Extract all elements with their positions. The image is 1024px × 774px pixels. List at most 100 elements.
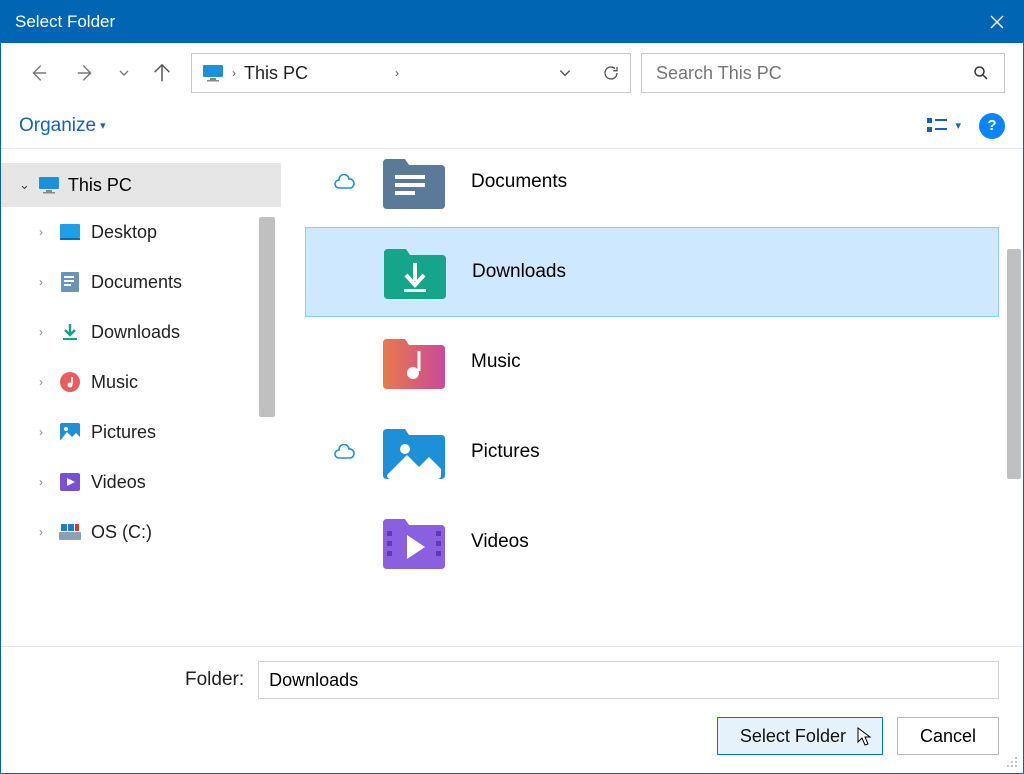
select-folder-label: Select Folder: [740, 726, 846, 747]
sidebar-item-videos[interactable]: › Videos: [1, 457, 281, 507]
content-pane: Documents Downloads Music: [281, 149, 1023, 646]
desktop-icon: [59, 221, 81, 243]
resize-grip-icon[interactable]: [1004, 754, 1018, 768]
select-folder-button[interactable]: Select Folder: [717, 717, 883, 755]
monitor-icon: [38, 174, 60, 196]
folder-item-videos[interactable]: Videos: [305, 497, 999, 587]
address-bar[interactable]: › This PC ›: [191, 53, 631, 93]
caret-down-icon: ▾: [955, 119, 961, 132]
button-row: Select Folder Cancel: [25, 717, 999, 755]
search-box[interactable]: [641, 53, 1005, 93]
content-scrollbar[interactable]: [1007, 249, 1021, 479]
search-input[interactable]: [656, 63, 972, 84]
sidebar-item-downloads[interactable]: › Downloads: [1, 307, 281, 357]
downloads-icon: [59, 321, 81, 343]
address-dropdown[interactable]: [558, 66, 572, 80]
documents-folder-icon: [381, 155, 447, 209]
recent-dropdown[interactable]: [115, 54, 133, 92]
cloud-status-icon: [331, 174, 357, 190]
cancel-button[interactable]: Cancel: [897, 717, 999, 755]
refresh-icon: [602, 64, 620, 82]
chevron-down-icon: [118, 67, 130, 79]
close-button[interactable]: [985, 10, 1009, 34]
view-options-button[interactable]: ▾: [927, 118, 961, 134]
sidebar-item-label: Downloads: [91, 322, 180, 343]
cloud-status-icon: [331, 444, 357, 460]
help-button[interactable]: ?: [979, 113, 1005, 139]
search-icon: [972, 64, 990, 82]
tree-root-this-pc[interactable]: ⌄ This PC: [1, 163, 281, 207]
cursor-icon: [856, 726, 874, 748]
tree-root-label: This PC: [68, 175, 132, 196]
chevron-right-icon: ›: [39, 425, 49, 439]
monitor-icon: [202, 64, 224, 82]
nav-row: › This PC ›: [1, 43, 1023, 103]
select-folder-dialog: Select Folder › This PC ›: [0, 0, 1024, 774]
sidebar-item-label: Music: [91, 372, 138, 393]
sidebar-scrollbar[interactable]: [259, 217, 275, 417]
videos-folder-icon: [381, 515, 447, 569]
folder-row: Folder:: [25, 661, 999, 699]
chevron-right-icon: ›: [39, 275, 49, 289]
music-icon: [59, 371, 81, 393]
body: ⌄ This PC › Desktop › Documents › Downlo…: [1, 149, 1023, 646]
folder-label: Folder:: [185, 669, 244, 691]
toolbar: Organize ▾ ▾ ?: [1, 103, 1023, 149]
breadcrumb-sep2: ›: [395, 66, 399, 80]
window-title: Select Folder: [15, 12, 115, 32]
titlebar: Select Folder: [1, 1, 1023, 43]
chevron-right-icon: ›: [39, 225, 49, 239]
toolbar-right: ▾ ?: [927, 113, 1005, 139]
drive-icon: [59, 521, 81, 543]
music-folder-icon: [381, 335, 447, 389]
chevron-right-icon: ›: [39, 325, 49, 339]
sidebar-item-os-c[interactable]: › OS (C:): [1, 507, 281, 557]
folder-item-music[interactable]: Music: [305, 317, 999, 407]
chevron-down-icon: [558, 66, 572, 80]
refresh-button[interactable]: [602, 64, 620, 82]
sidebar-item-label: Desktop: [91, 222, 157, 243]
documents-icon: [59, 271, 81, 293]
chevron-down-icon: ⌄: [19, 177, 30, 193]
organize-label: Organize: [19, 115, 96, 137]
folder-label: Music: [471, 351, 521, 373]
sidebar: ⌄ This PC › Desktop › Documents › Downlo…: [1, 149, 281, 646]
chevron-right-icon: ›: [39, 525, 49, 539]
pictures-folder-icon: [381, 425, 447, 479]
close-icon: [989, 14, 1005, 30]
arrow-right-icon: [75, 62, 97, 84]
folder-item-documents[interactable]: Documents: [305, 149, 999, 227]
chevron-right-icon: ›: [39, 375, 49, 389]
up-button[interactable]: [143, 54, 181, 92]
sidebar-item-label: OS (C:): [91, 522, 152, 543]
folder-item-pictures[interactable]: Pictures: [305, 407, 999, 497]
sidebar-item-pictures[interactable]: › Pictures: [1, 407, 281, 457]
cancel-label: Cancel: [920, 726, 976, 747]
sidebar-item-desktop[interactable]: › Desktop: [1, 207, 281, 257]
folder-label: Pictures: [471, 441, 540, 463]
arrow-left-icon: [27, 62, 49, 84]
arrow-up-icon: [151, 62, 173, 84]
videos-icon: [59, 471, 81, 493]
folder-item-downloads[interactable]: Downloads: [305, 227, 999, 317]
back-button[interactable]: [19, 54, 57, 92]
sidebar-item-music[interactable]: › Music: [1, 357, 281, 407]
sidebar-item-documents[interactable]: › Documents: [1, 257, 281, 307]
breadcrumb-this-pc[interactable]: This PC: [244, 63, 387, 84]
organize-menu[interactable]: Organize ▾: [19, 115, 106, 137]
downloads-folder-icon: [382, 245, 448, 299]
chevron-right-icon: ›: [39, 475, 49, 489]
footer: Folder: Select Folder Cancel: [1, 646, 1023, 773]
forward-button[interactable]: [67, 54, 105, 92]
pictures-icon: [59, 421, 81, 443]
sidebar-item-label: Videos: [91, 472, 146, 493]
folder-label: Downloads: [472, 261, 566, 283]
folder-label: Documents: [471, 171, 567, 193]
folder-input[interactable]: [258, 661, 999, 699]
caret-down-icon: ▾: [100, 119, 106, 132]
sidebar-item-label: Documents: [91, 272, 182, 293]
folder-label: Videos: [471, 531, 529, 553]
sidebar-item-label: Pictures: [91, 422, 156, 443]
view-list-icon: [927, 118, 949, 134]
breadcrumb-sep: ›: [232, 66, 236, 80]
